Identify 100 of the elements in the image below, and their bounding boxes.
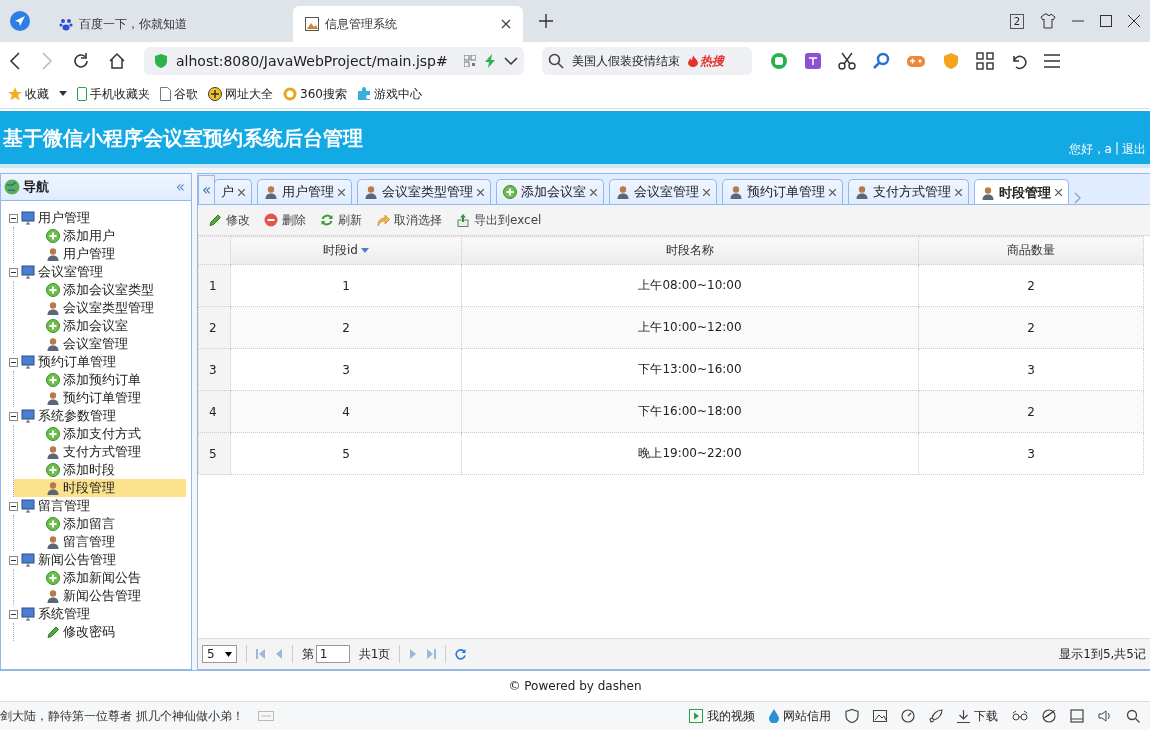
grid-icon[interactable] [976, 52, 994, 70]
plus-icon[interactable] [539, 14, 553, 28]
tab[interactable]: 会议室管理 [609, 179, 717, 204]
tab[interactable]: 添加会议室 [496, 179, 604, 204]
tab[interactable]: 时段管理 [974, 179, 1069, 204]
status-bar-link[interactable]: 下载 [957, 707, 998, 725]
tree-item[interactable]: 添加用户 [46, 227, 184, 245]
column-header[interactable]: 时段名称 [461, 236, 919, 265]
collapse-toggle-icon[interactable] [9, 501, 18, 511]
hot-search-badge[interactable]: 热搜 [688, 52, 724, 70]
home-icon[interactable] [108, 52, 126, 70]
tree-item[interactable]: 添加会议室类型 [46, 281, 184, 299]
tree-item[interactable]: 用户管理 [46, 245, 184, 263]
caret-down-icon[interactable] [59, 91, 67, 97]
image-icon[interactable] [873, 709, 887, 723]
page-size-select[interactable]: 5 [202, 645, 237, 663]
browser-tab[interactable]: 百度一下，你就知道 [47, 6, 277, 42]
tree-folder-label[interactable]: 用户管理 [38, 209, 90, 227]
search-icon[interactable] [1126, 709, 1140, 723]
close-icon[interactable] [238, 188, 245, 196]
toolbar-button[interactable]: 修改 [208, 211, 250, 229]
menu-icon[interactable] [1044, 54, 1060, 68]
browser-tab[interactable]: 信息管理系统 [293, 6, 523, 42]
status-bar-link[interactable]: 我的视频 [689, 707, 755, 725]
tree-item[interactable]: 新闻公告管理 [46, 587, 184, 605]
tree-item[interactable]: 修改密码 [46, 623, 184, 641]
tree-folder-label[interactable]: 系统管理 [38, 605, 90, 623]
tree-folder-label[interactable]: 新闻公告管理 [38, 551, 116, 569]
chat-bubble-icon[interactable] [770, 52, 788, 70]
speedometer-icon[interactable] [901, 709, 915, 723]
tab[interactable]: 支付方式管理 [848, 179, 969, 204]
tree-item[interactable]: 会议室管理 [46, 335, 184, 353]
close-icon[interactable] [829, 188, 836, 196]
collapse-toggle-icon[interactable] [9, 609, 18, 619]
tree-item[interactable]: 添加支付方式 [46, 425, 184, 443]
reload-icon[interactable] [72, 52, 90, 70]
bookmark-link[interactable]: 手机收藏夹 [77, 85, 150, 103]
speaker-icon[interactable] [1098, 709, 1112, 723]
window-count[interactable]: 2 [1009, 13, 1024, 29]
bookmark-link[interactable]: 收藏 [8, 85, 49, 103]
tab[interactable]: 会议室类型管理 [357, 179, 491, 204]
close-icon[interactable] [477, 188, 484, 196]
glasses-icon[interactable] [1012, 710, 1028, 722]
tree-item[interactable]: 预约订单管理 [46, 389, 184, 407]
close-icon[interactable] [1055, 189, 1062, 196]
window-icon[interactable] [1070, 709, 1084, 723]
refresh-icon[interactable] [455, 648, 467, 660]
column-header[interactable]: 时段id [230, 236, 462, 265]
shield-icon[interactable] [845, 709, 859, 723]
bookmark-link[interactable]: 360搜索 [283, 85, 347, 103]
collapse-toggle-icon[interactable] [9, 555, 18, 565]
close-icon[interactable] [501, 19, 511, 29]
tree-item[interactable]: 添加留言 [46, 515, 184, 533]
collapse-toggle-icon[interactable] [9, 213, 18, 223]
tree-item[interactable]: 添加会议室 [46, 317, 184, 335]
tree-folder-label[interactable]: 留言管理 [38, 497, 90, 515]
tree-item[interactable]: 添加新闻公告 [46, 569, 184, 587]
tab[interactable]: 预约订单管理 [722, 179, 843, 204]
magnifier-icon[interactable] [872, 52, 890, 70]
tree-item[interactable]: 留言管理 [46, 533, 184, 551]
search-field[interactable]: 美国人假装疫情结束 热搜 [542, 47, 752, 75]
shirt-icon[interactable] [1040, 13, 1056, 29]
collapse-toggle-icon[interactable] [9, 267, 18, 277]
page-number-field[interactable]: 1 [315, 645, 350, 663]
bookmark-link[interactable]: 谷歌 [160, 85, 198, 103]
toolbar-button[interactable]: 取消选择 [376, 211, 442, 229]
tab[interactable]: 用户管理 [257, 179, 352, 204]
tree-item[interactable]: 支付方式管理 [46, 443, 184, 461]
bookmark-link[interactable]: 游戏中心 [356, 85, 422, 103]
chevron-down-icon[interactable] [503, 56, 518, 66]
tab[interactable]: 户 [214, 179, 252, 204]
translate-icon[interactable] [804, 52, 822, 70]
tree-item[interactable]: 时段管理 [14, 479, 186, 497]
tree-item[interactable]: 添加预约订单 [46, 371, 184, 389]
tree-folder-label[interactable]: 预约订单管理 [38, 353, 116, 371]
close-icon[interactable] [590, 188, 597, 196]
collapse-toggle-icon[interactable] [9, 357, 18, 367]
maximize-icon[interactable] [1100, 15, 1112, 27]
toolbar-button[interactable]: 删除 [264, 211, 306, 229]
tree-item[interactable]: 添加时段 [46, 461, 184, 479]
toolbar-button[interactable]: 导出到excel [456, 211, 542, 229]
gamepad-icon[interactable] [906, 53, 926, 69]
tab-scroll-left-button[interactable]: « [198, 175, 215, 204]
qr-code-icon[interactable] [463, 55, 476, 67]
tree-folder-label[interactable]: 系统参数管理 [38, 407, 116, 425]
close-icon[interactable] [338, 188, 345, 196]
collapse-toggle-icon[interactable] [9, 411, 18, 421]
toolbar-button[interactable]: 刷新 [320, 211, 362, 229]
scissors-icon[interactable] [838, 52, 856, 70]
address-bar[interactable]: alhost:8080/JavaWebProject/main.jsp# [144, 47, 524, 75]
close-icon[interactable] [703, 188, 710, 196]
tree-folder-label[interactable]: 会议室管理 [38, 263, 103, 281]
column-header[interactable]: 商品数量 [918, 236, 1144, 265]
close-icon[interactable] [955, 188, 962, 196]
close-icon[interactable] [1128, 15, 1140, 27]
back-icon[interactable] [8, 52, 22, 70]
tree-item[interactable]: 会议室类型管理 [46, 299, 184, 317]
compass-icon[interactable] [9, 10, 31, 32]
bookmark-link[interactable]: 网址大全 [208, 85, 273, 103]
status-bar-link[interactable]: 网站信用 [769, 707, 831, 725]
